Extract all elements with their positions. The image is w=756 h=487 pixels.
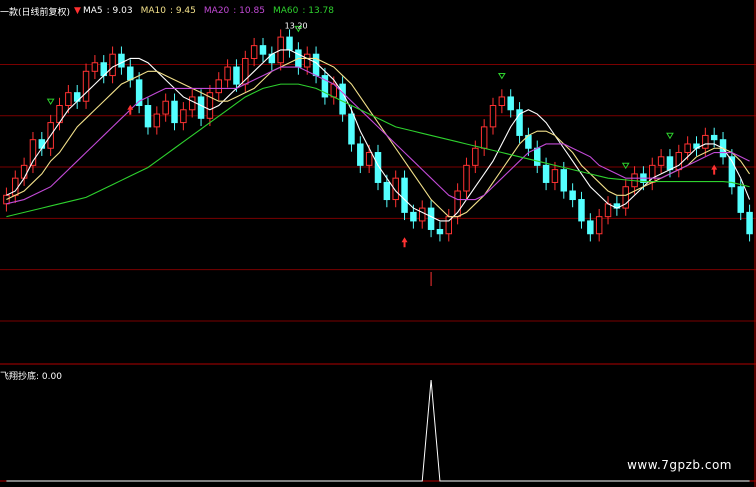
candle-body [127, 66, 134, 81]
ma-line-ma5 [6, 49, 751, 222]
candle-body [82, 70, 90, 102]
candle-body [489, 105, 497, 128]
candle-body [587, 220, 594, 235]
candle-body [560, 169, 568, 192]
sell-marker-icon [497, 72, 506, 80]
candle-body [286, 36, 293, 51]
candle-body [12, 177, 19, 196]
sell-marker-icon [46, 98, 55, 106]
candle-body [604, 203, 612, 218]
candle-body [595, 216, 603, 235]
candle-body [427, 207, 435, 230]
candle-body [303, 53, 311, 68]
sub-indicator-name: 飞翔抄底 [0, 372, 37, 382]
candle-body [365, 152, 373, 166]
candle-body [702, 134, 709, 149]
moving-average-lines [6, 49, 751, 222]
sub-indicator-plot [6, 272, 750, 482]
candlestick-series [3, 29, 753, 242]
candle-body [171, 100, 178, 124]
candle-body [418, 207, 426, 222]
candle-body [401, 177, 408, 213]
candle-body [224, 66, 231, 81]
candle-body [180, 109, 187, 124]
candle-body [578, 199, 585, 222]
price-annotation: 13.20 [285, 22, 308, 31]
candle-body [233, 66, 240, 85]
sub-legend: 飞翔抄底: 0.00 [0, 372, 62, 382]
stock-chart: 13.20 [0, 0, 756, 487]
indicator-name: 一款(日线前复权) [0, 7, 71, 18]
candle-body [551, 169, 559, 183]
candle-body [118, 53, 125, 68]
candle-body [675, 152, 683, 171]
watermark: www.7gpzb.com [627, 458, 732, 472]
main-legend: 一款(日线前复权) ▼ MA5: 9.03 MA10: 9.45 MA20: 1… [0, 3, 342, 19]
candle-body [480, 126, 488, 149]
candle-body [339, 83, 346, 115]
candle-body [463, 164, 470, 192]
candle-body [357, 143, 364, 166]
candle-body [534, 147, 541, 166]
candle-body [91, 62, 99, 72]
candle-body [162, 100, 169, 115]
candle-body [666, 156, 674, 171]
candle-body [657, 156, 665, 166]
ma10-label: MA10: 9.45 [140, 6, 196, 16]
candle-body [348, 113, 355, 145]
candle-body [65, 92, 72, 107]
candle-body [109, 53, 116, 77]
ma5-label: MA5: 9.03 [82, 6, 133, 16]
candle-body [436, 228, 444, 235]
candle-body [20, 164, 28, 179]
candle-body [38, 139, 46, 149]
buy-arrow-icon [401, 237, 408, 248]
candle-body [507, 96, 514, 111]
candle-body [144, 105, 152, 128]
ma20-label: MA20: 10.85 [203, 6, 265, 16]
ma60-label: MA60: 13.78 [272, 6, 334, 16]
arrow-down-icon: ▼ [74, 6, 81, 16]
candle-body [197, 96, 205, 119]
buy-arrow-icon [711, 164, 718, 175]
candle-body [410, 211, 417, 222]
candle-body [737, 186, 744, 213]
sell-marker-icon [666, 132, 674, 140]
candle-body [684, 143, 691, 154]
candle-body [259, 45, 267, 55]
candle-body [383, 181, 391, 201]
sub-indicator-value: 0.00 [41, 372, 62, 382]
candle-body [472, 147, 479, 166]
candle-body [153, 113, 161, 128]
candle-body [569, 190, 576, 201]
candle-body [215, 79, 222, 94]
candle-body [746, 211, 753, 235]
ma-line-ma10 [6, 57, 751, 218]
candle-body [188, 96, 196, 111]
candle-body [498, 96, 506, 106]
candle-body [710, 134, 718, 141]
buy-arrow-icon [127, 104, 134, 115]
candle-body [542, 164, 550, 183]
candle-body [250, 45, 258, 59]
